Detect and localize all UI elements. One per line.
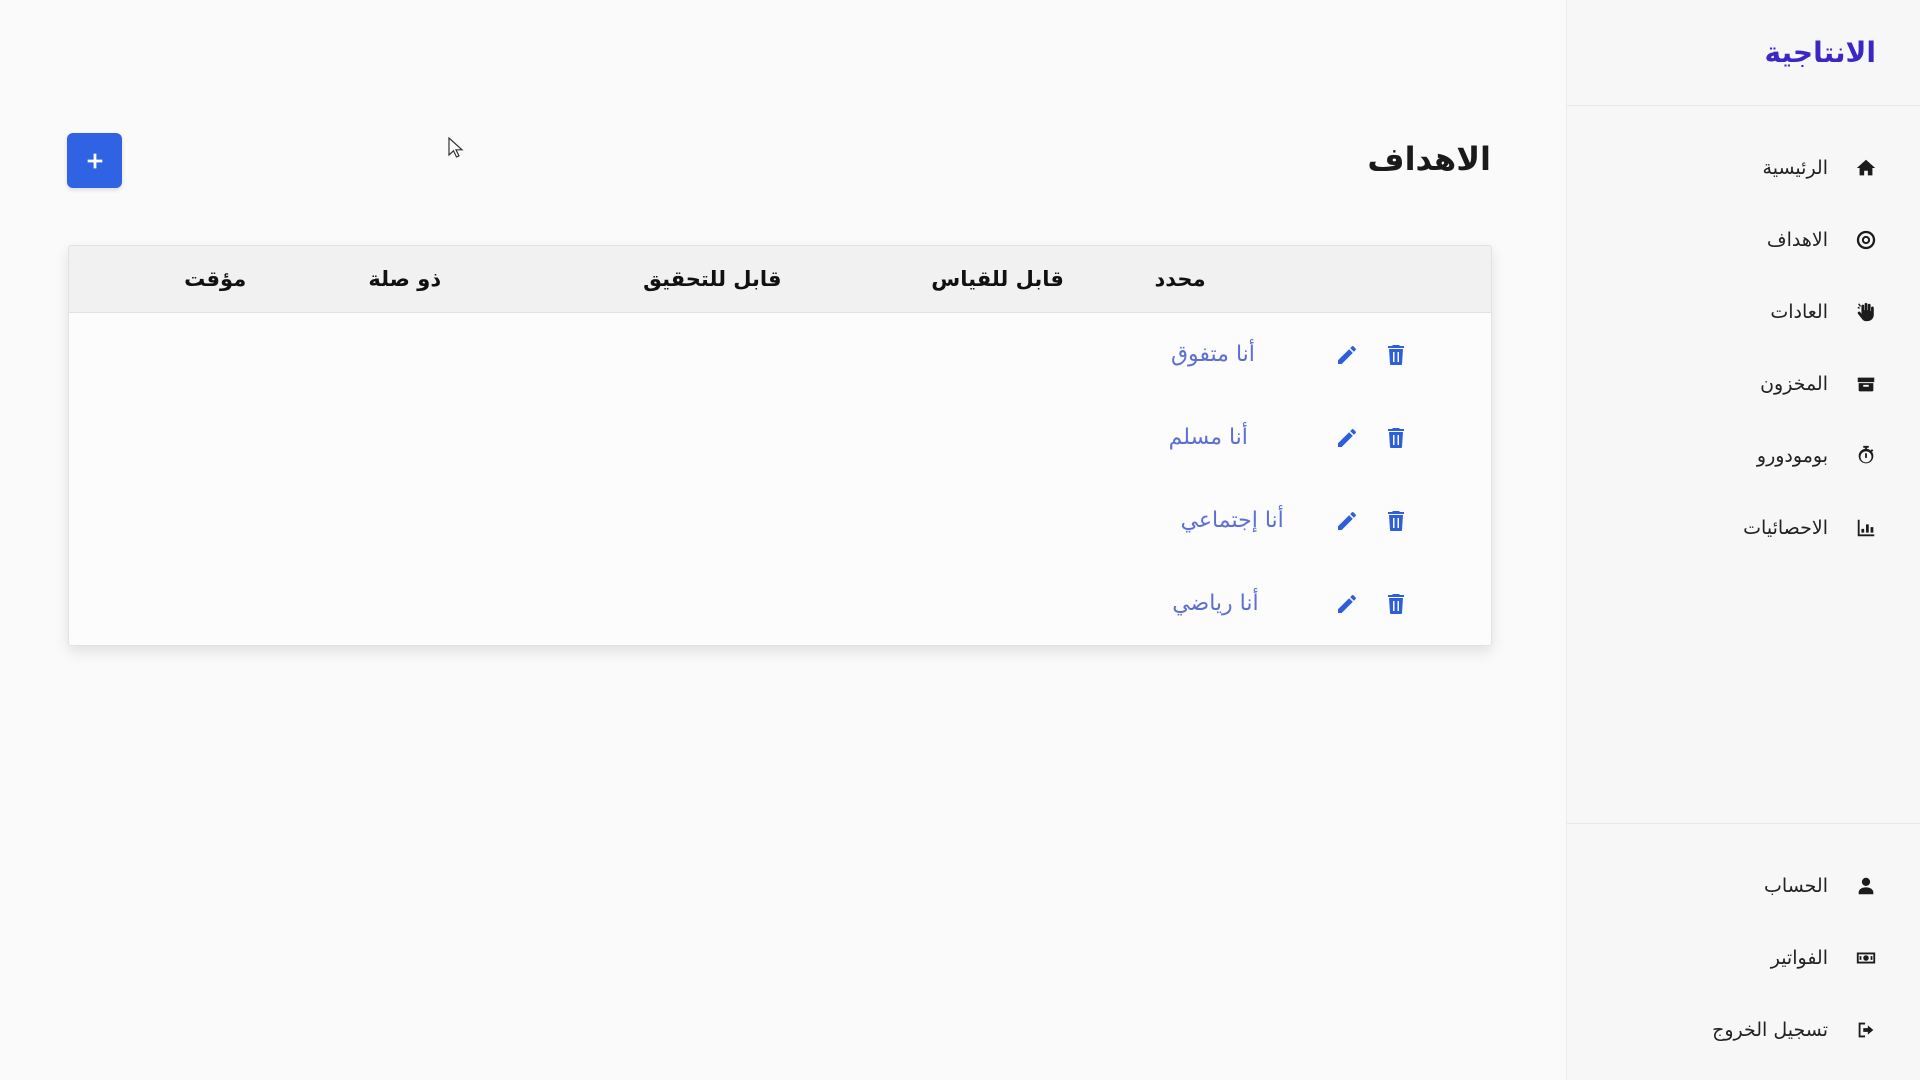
- sidebar-item-goals[interactable]: الاهداف: [1567, 204, 1920, 276]
- trash-icon: [1388, 594, 1404, 614]
- main-content: الاهداف محدد قابل للقياس قابل للتحقيق ذو…: [0, 0, 1566, 1080]
- sidebar-item-habits[interactable]: العادات: [1567, 276, 1920, 348]
- goal-specific-cell[interactable]: أنا مسلم: [1169, 396, 1248, 479]
- column-header-time-bound: مؤقت: [184, 267, 247, 291]
- stopwatch-icon: [1854, 444, 1878, 468]
- sidebar-item-label: الحساب: [1764, 875, 1828, 897]
- sidebar-item-logout[interactable]: تسجيل الخروج: [1567, 994, 1920, 1066]
- edit-button[interactable]: [1333, 341, 1361, 369]
- sidebar-item-pomodoro[interactable]: بومودورو: [1567, 420, 1920, 492]
- sign-out-icon: [1854, 1018, 1878, 1042]
- goal-specific-cell[interactable]: أنا رياضي: [1172, 562, 1258, 645]
- target-icon: [1854, 228, 1878, 252]
- delete-button[interactable]: [1382, 507, 1410, 535]
- sidebar-item-label: الاهداف: [1766, 229, 1828, 251]
- sidebar-item-inventory[interactable]: المخزون: [1567, 348, 1920, 420]
- chart-icon: [1854, 516, 1878, 540]
- edit-button[interactable]: [1333, 424, 1361, 452]
- table-row: أنا رياضي: [69, 562, 1491, 645]
- brand-title[interactable]: الانتاجية: [1765, 36, 1877, 69]
- add-goal-button[interactable]: [67, 133, 122, 188]
- plus-icon: [87, 153, 102, 168]
- delete-button[interactable]: [1382, 590, 1410, 618]
- trash-icon: [1388, 428, 1404, 448]
- delete-button[interactable]: [1382, 341, 1410, 369]
- delete-button[interactable]: [1382, 424, 1410, 452]
- goal-specific-cell[interactable]: أنا متفوق: [1171, 313, 1255, 396]
- column-header-achievable: قابل للتحقيق: [643, 267, 782, 291]
- column-header-specific: محدد: [1154, 267, 1206, 291]
- home-icon: [1854, 156, 1878, 180]
- column-header-relevant: ذو صلة: [368, 267, 442, 291]
- pencil-icon: [1338, 346, 1356, 364]
- trash-icon: [1388, 511, 1404, 531]
- table-row: أنا إجتماعي: [69, 479, 1491, 562]
- sidebar-item-home[interactable]: الرئيسية: [1567, 132, 1920, 204]
- edit-button[interactable]: [1333, 590, 1361, 618]
- sidebar-item-label: المخزون: [1760, 373, 1828, 395]
- sidebar-bottom-nav: الحساب الفواتير تسجيل الخروج: [1567, 823, 1920, 1080]
- goals-table: محدد قابل للقياس قابل للتحقيق ذو صلة مؤق…: [68, 245, 1492, 646]
- sidebar-nav: الرئيسية الاهداف العادات المخزون بومودور…: [1567, 106, 1920, 564]
- hand-icon: [1854, 300, 1878, 324]
- sidebar-item-invoices[interactable]: الفواتير: [1567, 922, 1920, 994]
- column-header-measurable: قابل للقياس: [931, 267, 1064, 291]
- table-row: أنا متفوق: [69, 313, 1491, 396]
- sidebar-item-label: الفواتير: [1770, 947, 1828, 969]
- user-icon: [1854, 874, 1878, 898]
- edit-button[interactable]: [1333, 507, 1361, 535]
- sidebar-item-statistics[interactable]: الاحصائيات: [1567, 492, 1920, 564]
- table-row: أنا مسلم: [69, 396, 1491, 479]
- pencil-icon: [1338, 429, 1356, 447]
- sidebar: الانتاجية الرئيسية الاهداف العادات المخز…: [1566, 0, 1920, 1080]
- brand: الانتاجية: [1567, 0, 1920, 106]
- sidebar-item-label: بومودورو: [1756, 445, 1828, 467]
- sidebar-item-label: العادات: [1770, 301, 1828, 323]
- sidebar-item-label: تسجيل الخروج: [1712, 1019, 1828, 1041]
- sidebar-item-label: الاحصائيات: [1743, 517, 1828, 539]
- sidebar-item-account[interactable]: الحساب: [1567, 850, 1920, 922]
- table-header: محدد قابل للقياس قابل للتحقيق ذو صلة مؤق…: [69, 246, 1491, 313]
- mouse-cursor-icon: [448, 137, 464, 158]
- pencil-icon: [1338, 512, 1356, 530]
- sidebar-item-label: الرئيسية: [1762, 157, 1828, 179]
- money-bill-icon: [1854, 946, 1878, 970]
- pencil-icon: [1338, 595, 1356, 613]
- box-icon: [1854, 372, 1878, 396]
- goal-specific-cell[interactable]: أنا إجتماعي: [1181, 479, 1284, 562]
- page-title: الاهداف: [1367, 140, 1491, 178]
- trash-icon: [1388, 345, 1404, 365]
